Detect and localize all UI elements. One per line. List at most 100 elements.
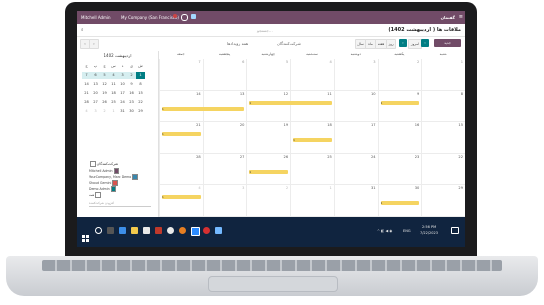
view-day[interactable]: روز [386,39,396,49]
attendee-filter-item[interactable]: Mitchell Admin [89,168,120,174]
opera-icon[interactable] [203,227,210,234]
notifications-icon[interactable] [451,227,459,234]
calendar-day-cell[interactable]: 21 [159,122,203,154]
task-view-icon[interactable] [107,227,114,234]
attendee-color-swatch[interactable] [95,192,101,198]
calendar-event[interactable]: 1 [162,132,201,136]
mini-day[interactable]: 17 [118,90,127,97]
mini-day[interactable]: 28 [82,99,91,106]
file-explorer-icon[interactable] [131,227,138,234]
filter-all-chip[interactable]: همه رویدادها [227,41,248,46]
mini-day[interactable]: 21 [82,90,91,97]
attendee-color-swatch[interactable] [113,168,120,174]
calendar-event[interactable]: 1 [380,201,420,205]
calendar-day-cell[interactable]: 2 [377,59,422,91]
next-period-button[interactable]: ‹ [421,39,429,47]
company-switcher[interactable]: My Company (San Francisco) [121,15,179,20]
mini-day[interactable]: 13 [91,81,100,88]
mini-day[interactable]: 29 [136,108,145,115]
calendar-day-cell[interactable]: 2 [246,185,291,217]
mini-day[interactable]: 3 [118,72,127,79]
calendar-day-cell[interactable]: 25 [290,153,334,185]
calendar-day-cell[interactable]: 22 [421,153,465,185]
calendar-day-cell[interactable]: 9 [377,90,422,122]
mini-day[interactable]: 4 [109,72,118,79]
store-icon[interactable] [143,227,150,234]
calendar-event[interactable]: 1 [249,100,332,105]
mail-icon[interactable] [155,227,162,234]
mini-day[interactable]: 30 [127,108,136,115]
filter-attendees-chip[interactable]: شرکت‌کنندگان [277,41,301,46]
calendar-day-cell[interactable]: 6 [202,59,247,91]
calendar-day-cell[interactable]: 31 [333,185,378,217]
mini-day[interactable]: 8 [136,81,145,88]
photos-icon[interactable] [215,227,222,234]
user-menu[interactable]: Mitchell Admin [81,15,111,20]
mini-day[interactable]: 15 [136,90,145,97]
search-taskbar-icon[interactable] [95,227,102,234]
tray-icons[interactable]: ^ ◧ ◀ ◉ [377,229,392,233]
mini-day[interactable]: 4 [82,108,91,115]
attendee-color-swatch[interactable] [110,186,117,192]
mini-day[interactable]: 19 [100,90,109,97]
calendar-day-cell[interactable]: 19 [246,122,291,154]
calendar-day-cell[interactable]: 1 [421,59,465,91]
activity-icon[interactable] [191,14,196,19]
calendar-day-cell[interactable]: 3 [333,59,378,91]
language-indicator[interactable]: ENG [403,229,411,233]
calendar-day-cell[interactable]: 28 [159,153,203,185]
app-menu-icon[interactable]: ≡ [459,14,463,20]
mini-day[interactable]: 31 [118,108,127,115]
mini-day[interactable]: 14 [82,81,91,88]
active-app-icon[interactable] [191,227,200,236]
search-icon[interactable]: ⌕ [81,27,84,33]
calendar-event[interactable]: 1 [380,100,420,105]
calendar-event[interactable]: 1 [249,169,289,174]
mini-day[interactable]: 5 [100,72,109,79]
calendar-day-cell[interactable]: 7 [159,59,203,91]
calendar-day-cell[interactable]: 12 [246,90,291,122]
calendar-day-cell[interactable]: 23 [377,153,422,185]
calendar-event[interactable]: 1 [293,138,332,142]
mini-day[interactable]: 2 [127,72,136,79]
attendee-filter-item[interactable]: Demo Admin [89,186,117,192]
mini-day[interactable]: 2 [100,108,109,115]
calendar-event[interactable]: 1 [162,106,245,111]
calendar-day-cell[interactable]: 5 [246,59,291,91]
mini-day[interactable]: 26 [100,99,109,106]
attendee-search-input[interactable]: افزودن شرکت‌کننده [89,201,151,207]
calendar-day-cell[interactable]: 11 [290,90,334,122]
mini-day[interactable]: 20 [91,90,100,97]
filter-header-checkbox[interactable] [90,161,96,167]
attendee-filter-item[interactable]: Shoud Gemini [89,180,118,186]
edge-icon[interactable] [119,227,126,234]
calendar-day-cell[interactable]: 16 [377,122,422,154]
firefox-icon[interactable] [179,227,186,234]
mini-day[interactable]: 23 [127,99,136,106]
windows-start-icon[interactable] [82,227,89,242]
next-button[interactable]: › [89,39,99,49]
clock-time[interactable]: 2:56 PM [422,225,436,229]
calendar-day-cell[interactable]: 17 [333,122,378,154]
mini-day[interactable]: 25 [109,99,118,106]
calendar-day-cell[interactable]: 27 [202,153,247,185]
mini-day[interactable]: 9 [127,81,136,88]
mini-day[interactable]: 1 [109,108,118,115]
calendar-day-cell[interactable]: 15 [421,122,465,154]
mini-day[interactable]: 27 [91,99,100,106]
mini-day[interactable]: 12 [100,81,109,88]
attendee-color-swatch[interactable] [112,180,118,186]
chat-icon[interactable] [181,14,188,21]
mini-day[interactable]: 6 [91,72,100,79]
attendee-color-swatch[interactable] [132,174,138,180]
calendar-day-cell[interactable]: 24 [333,153,378,185]
search-input[interactable]: جستجو... [257,28,273,33]
mini-day[interactable]: 3 [91,108,100,115]
mini-day[interactable]: 18 [109,90,118,97]
new-button[interactable]: جدید [434,39,461,47]
attendee-filter-item[interactable]: YourCompany, Marc Demo [89,174,138,180]
calendar-event[interactable]: 1 [162,195,201,199]
prev-period-button[interactable]: › [399,39,407,47]
notification-icon[interactable] [173,14,177,18]
mini-day[interactable]: 7 [82,72,91,79]
